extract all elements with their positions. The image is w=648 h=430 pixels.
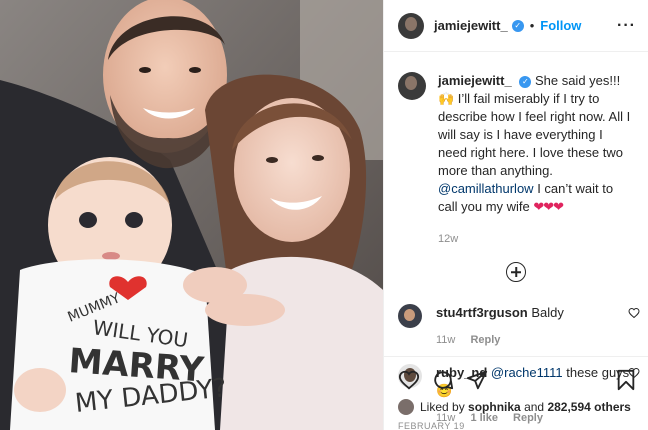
ellipsis-icon[interactable]: ··· bbox=[617, 17, 636, 35]
commenter-username[interactable]: stu4rtf3rguson bbox=[436, 305, 528, 320]
caption-username[interactable]: jamiejewitt_ bbox=[438, 73, 512, 88]
comment-text: Baldy bbox=[531, 305, 564, 320]
save-bookmark-icon[interactable] bbox=[616, 369, 636, 391]
like-comment-heart-icon[interactable] bbox=[628, 307, 640, 319]
author-avatar[interactable] bbox=[398, 12, 424, 39]
liked-by-and: and bbox=[524, 400, 545, 414]
caption-timestamp[interactable]: 12w bbox=[438, 230, 634, 248]
post-header: jamiejewitt_ ✓ • Follow ··· bbox=[384, 0, 648, 52]
caption-text-part-1: She said yes!!! 🙌 I’ll fail miserably if… bbox=[438, 73, 631, 178]
post-side-panel: jamiejewitt_ ✓ • Follow ··· jamiejewitt_… bbox=[383, 0, 648, 430]
post-date[interactable]: FEBRUARY 19 bbox=[398, 421, 636, 430]
verified-badge-icon: ✓ bbox=[511, 19, 524, 32]
like-heart-icon[interactable] bbox=[398, 369, 420, 391]
author-username[interactable]: jamiejewitt_ bbox=[434, 18, 508, 33]
liked-by-user[interactable]: sophnika bbox=[468, 400, 521, 414]
caption-text: jamiejewitt_ ✓ She said yes!!! 🙌 I’ll fa… bbox=[438, 72, 634, 216]
comment-item: stu4rtf3rguson Baldy 11w Reply bbox=[384, 304, 648, 346]
reply-button[interactable]: Reply bbox=[470, 334, 500, 346]
others-count-link[interactable]: 282,594 others bbox=[547, 400, 630, 414]
separator-dot: • bbox=[529, 18, 535, 33]
follow-button[interactable]: Follow bbox=[540, 18, 581, 33]
commenter-avatar[interactable] bbox=[398, 304, 422, 328]
comment-time[interactable]: 11w bbox=[436, 334, 455, 346]
family-photo: MUMMY WILL YOU MARRY MY DADDY? bbox=[0, 0, 383, 430]
share-paper-plane-icon[interactable] bbox=[466, 369, 488, 391]
load-more-comments[interactable] bbox=[384, 262, 648, 282]
post-photo[interactable]: MUMMY WILL YOU MARRY MY DADDY? bbox=[0, 0, 383, 430]
verified-badge-icon: ✓ bbox=[519, 76, 532, 88]
liked-by-row: Liked by sophnika and 282,594 others bbox=[398, 399, 636, 415]
comment-bubble-icon[interactable] bbox=[432, 369, 454, 391]
liked-by-prefix: Liked by bbox=[420, 400, 465, 414]
action-bar bbox=[398, 367, 636, 393]
caption-mention-link[interactable]: @camillathurlow bbox=[438, 181, 534, 196]
hearts-emoji: ❤❤❤ bbox=[533, 199, 564, 214]
post-actions: Liked by sophnika and 282,594 others FEB… bbox=[384, 356, 648, 430]
post-caption: jamiejewitt_ ✓ She said yes!!! 🙌 I’ll fa… bbox=[384, 52, 648, 248]
caption-author-avatar[interactable] bbox=[398, 72, 426, 100]
liker-avatar[interactable] bbox=[398, 399, 414, 415]
plus-circle-icon[interactable] bbox=[506, 262, 526, 282]
